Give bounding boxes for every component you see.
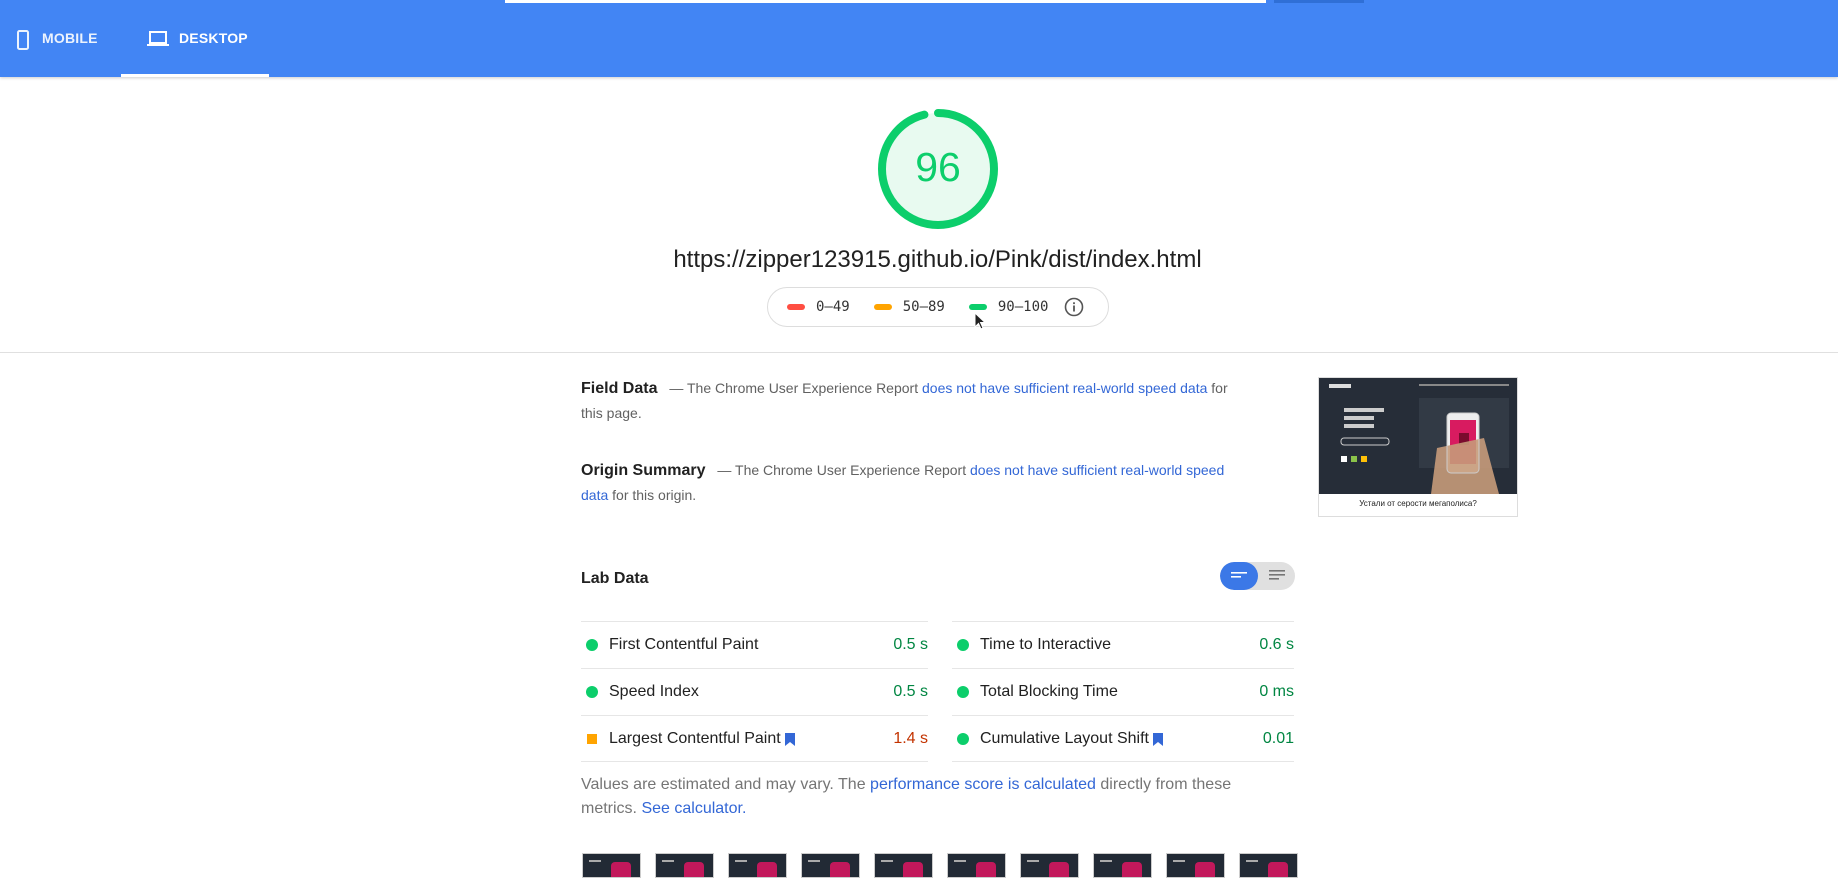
origin-summary-section: Origin Summary — The Chrome User Experie… [581, 458, 1231, 508]
filmstrip [582, 853, 1298, 878]
metric-value: 0.6 s [1259, 636, 1294, 653]
mouse-cursor-icon [974, 312, 987, 330]
analyze-button[interactable] [1274, 0, 1364, 3]
top-header-bar: MOBILE DESKTOP [0, 0, 1838, 77]
legend-item-average: 50–89 [873, 299, 945, 315]
origin-summary-prefix: The Chrome User Experience Report [735, 462, 967, 478]
origin-summary-title: Origin Summary [581, 462, 706, 479]
tab-desktop[interactable]: DESKTOP [121, 16, 269, 77]
metric-time-to-interactive: Time to Interactive 0.6 s [952, 621, 1294, 668]
filmstrip-frame [947, 853, 1006, 878]
metric-largest-contentful-paint: Largest Contentful Paint 1.4 s [581, 715, 928, 762]
analyzed-page-url: https://zipper123915.github.io/Pink/dist… [673, 246, 1202, 273]
metric-divider [952, 761, 1294, 762]
bookmark-icon[interactable] [1152, 732, 1163, 746]
average-indicator-icon [587, 734, 597, 744]
tab-desktop-label: DESKTOP [179, 30, 248, 46]
legend-label-fail: 0–49 [816, 299, 850, 315]
legend-dash-pass [968, 304, 987, 310]
tab-mobile[interactable]: MOBILE [14, 16, 98, 63]
filmstrip-frame [655, 853, 714, 878]
tab-mobile-label: MOBILE [42, 30, 98, 46]
metric-value: 0.5 s [893, 683, 928, 700]
metric-total-blocking-time: Total Blocking Time 0 ms [952, 668, 1294, 715]
filmstrip-frame [874, 853, 933, 878]
score-legend: 0–49 50–89 90–100 [767, 287, 1109, 327]
performance-score-value: 96 [915, 144, 961, 190]
pass-indicator-icon [957, 733, 969, 745]
phone-icon [14, 30, 32, 50]
metric-value: 1.4 s [893, 730, 928, 747]
see-calculator-link[interactable]: See calculator. [641, 800, 746, 817]
metric-speed-index: Speed Index 0.5 s [581, 668, 928, 715]
filmstrip-frame [1239, 853, 1298, 878]
filmstrip-frame [582, 853, 641, 878]
score-calculated-link[interactable]: performance score is calculated [870, 776, 1096, 793]
metric-first-contentful-paint: First Contentful Paint 0.5 s [581, 621, 928, 668]
field-data-section: Field Data — The Chrome User Experience … [581, 376, 1231, 426]
filmstrip-frame [1093, 853, 1152, 878]
legend-dash-average [873, 304, 892, 310]
legend-label-pass: 90–100 [997, 299, 1049, 315]
url-input[interactable] [505, 0, 1266, 3]
expanded-list-icon [1268, 570, 1285, 580]
metric-divider [581, 761, 928, 762]
compact-list-icon [1231, 572, 1247, 578]
pass-indicator-icon [586, 686, 598, 698]
pass-indicator-icon [957, 639, 969, 651]
metric-value: 0.5 s [893, 636, 928, 653]
pass-indicator-icon [586, 639, 598, 651]
toggle-compact-view[interactable] [1220, 562, 1258, 590]
metric-value: 0 ms [1259, 683, 1294, 700]
toggle-expanded-view[interactable] [1258, 562, 1295, 590]
estimate-prefix: Values are estimated and may vary. The [581, 776, 866, 793]
screenshot-image [1319, 378, 1517, 494]
section-divider [0, 352, 1838, 353]
metric-label: Total Blocking Time [980, 683, 1118, 700]
legend-dash-fail [787, 304, 805, 310]
legend-item-fail: 0–49 [787, 299, 850, 315]
metric-value: 0.01 [1262, 730, 1294, 747]
filmstrip-frame [801, 853, 860, 878]
screenshot-caption: Устали от серости мегаполиса? [1359, 499, 1477, 508]
field-data-link[interactable]: does not have sufficient real-world spee… [922, 380, 1207, 396]
metric-label: Largest Contentful Paint [609, 730, 781, 747]
filmstrip-frame [728, 853, 787, 878]
origin-summary-suffix: for this origin. [612, 487, 697, 503]
field-data-dash: — [669, 380, 684, 396]
estimate-note: Values are estimated and may vary. The p… [581, 773, 1241, 821]
bookmark-icon[interactable] [784, 732, 795, 746]
info-icon[interactable] [1064, 297, 1084, 317]
metric-label: Speed Index [609, 683, 699, 700]
filmstrip-frame [1166, 853, 1225, 878]
field-data-prefix: The Chrome User Experience Report [687, 380, 919, 396]
pass-indicator-icon [957, 686, 969, 698]
laptop-icon [147, 30, 169, 48]
metric-cumulative-layout-shift: Cumulative Layout Shift 0.01 [952, 715, 1294, 762]
metrics-view-toggle[interactable] [1220, 562, 1295, 590]
metric-label: First Contentful Paint [609, 636, 759, 653]
legend-label-average: 50–89 [902, 299, 945, 315]
final-screenshot-thumbnail[interactable]: Устали от серости мегаполиса? [1318, 377, 1518, 517]
field-data-title: Field Data [581, 380, 658, 397]
lab-data-title: Lab Data [581, 570, 649, 587]
filmstrip-frame [1020, 853, 1079, 878]
metric-label: Time to Interactive [980, 636, 1112, 653]
origin-summary-dash: — [717, 462, 732, 478]
metric-label: Cumulative Layout Shift [980, 730, 1149, 747]
